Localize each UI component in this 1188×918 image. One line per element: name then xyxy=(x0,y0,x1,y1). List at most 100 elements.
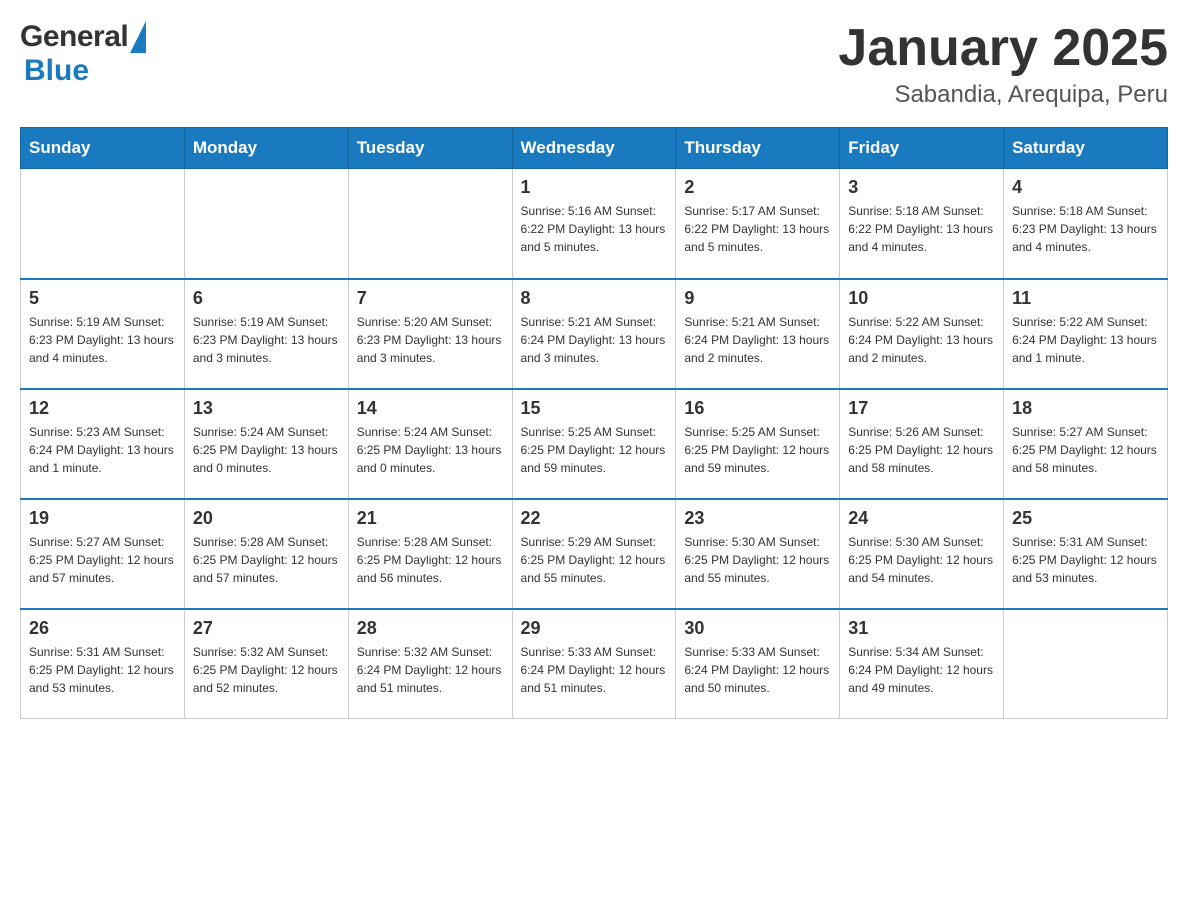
day-info: Sunrise: 5:25 AM Sunset: 6:25 PM Dayligh… xyxy=(684,423,831,477)
day-info: Sunrise: 5:27 AM Sunset: 6:25 PM Dayligh… xyxy=(29,533,176,587)
day-number: 3 xyxy=(848,177,995,198)
day-info: Sunrise: 5:31 AM Sunset: 6:25 PM Dayligh… xyxy=(1012,533,1159,587)
day-number: 31 xyxy=(848,618,995,639)
calendar-cell: 19 Sunrise: 5:27 AM Sunset: 6:25 PM Dayli… xyxy=(21,499,185,609)
day-number: 11 xyxy=(1012,288,1159,309)
day-info: Sunrise: 5:33 AM Sunset: 6:24 PM Dayligh… xyxy=(684,643,831,697)
logo-blue-text: Blue xyxy=(24,54,89,87)
day-info: Sunrise: 5:24 AM Sunset: 6:25 PM Dayligh… xyxy=(193,423,340,477)
day-number: 17 xyxy=(848,398,995,419)
calendar-cell: 26 Sunrise: 5:31 AM Sunset: 6:25 PM Dayli… xyxy=(21,609,185,719)
calendar-body: 1 Sunrise: 5:16 AM Sunset: 6:22 PM Daylig… xyxy=(21,169,1168,719)
day-number: 24 xyxy=(848,508,995,529)
calendar-cell: 12 Sunrise: 5:23 AM Sunset: 6:24 PM Dayli… xyxy=(21,389,185,499)
day-number: 18 xyxy=(1012,398,1159,419)
calendar-cell: 23Sunrise: 5:30 AM Sunset: 6:25 PM Dayli… xyxy=(676,499,840,609)
day-number: 6 xyxy=(193,288,340,309)
calendar-cell: 10 Sunrise: 5:22 AM Sunset: 6:24 PM Dayli… xyxy=(840,279,1004,389)
calendar-cell: 17 Sunrise: 5:26 AM Sunset: 6:25 PM Dayli… xyxy=(840,389,1004,499)
week-row-5: 26 Sunrise: 5:31 AM Sunset: 6:25 PM Dayli… xyxy=(21,609,1168,719)
day-info: Sunrise: 5:30 AM Sunset: 6:25 PM Dayligh… xyxy=(848,533,995,587)
calendar-cell xyxy=(1004,609,1168,719)
day-of-week-saturday: Saturday xyxy=(1004,128,1168,169)
day-info: Sunrise: 5:22 AM Sunset: 6:24 PM Dayligh… xyxy=(1012,313,1159,367)
day-number: 30 xyxy=(684,618,831,639)
day-info: Sunrise: 5:26 AM Sunset: 6:25 PM Dayligh… xyxy=(848,423,995,477)
logo: General Blue xyxy=(20,20,146,88)
day-info: Sunrise: 5:22 AM Sunset: 6:24 PM Dayligh… xyxy=(848,313,995,367)
day-info: Sunrise: 5:16 AM Sunset: 6:22 PM Dayligh… xyxy=(521,202,668,256)
day-info: Sunrise: 5:33 AM Sunset: 6:24 PM Dayligh… xyxy=(521,643,668,697)
calendar-cell: 13 Sunrise: 5:24 AM Sunset: 6:25 PM Dayli… xyxy=(184,389,348,499)
day-number: 28 xyxy=(357,618,504,639)
day-number: 19 xyxy=(29,508,176,529)
calendar-cell: 30 Sunrise: 5:33 AM Sunset: 6:24 PM Dayli… xyxy=(676,609,840,719)
calendar-cell: 2 Sunrise: 5:17 AM Sunset: 6:22 PM Daylig… xyxy=(676,169,840,279)
day-number: 1 xyxy=(521,177,668,198)
day-info: Sunrise: 5:23 AM Sunset: 6:24 PM Dayligh… xyxy=(29,423,176,477)
day-info: Sunrise: 5:19 AM Sunset: 6:23 PM Dayligh… xyxy=(29,313,176,367)
day-number: 9 xyxy=(684,288,831,309)
day-info: Sunrise: 5:34 AM Sunset: 6:24 PM Dayligh… xyxy=(848,643,995,697)
day-of-week-friday: Friday xyxy=(840,128,1004,169)
day-number: 10 xyxy=(848,288,995,309)
day-info: Sunrise: 5:17 AM Sunset: 6:22 PM Dayligh… xyxy=(684,202,831,256)
day-number: 23 xyxy=(684,508,831,529)
calendar-cell: 15 Sunrise: 5:25 AM Sunset: 6:25 PM Dayli… xyxy=(512,389,676,499)
day-info: Sunrise: 5:32 AM Sunset: 6:25 PM Dayligh… xyxy=(193,643,340,697)
day-info: Sunrise: 5:18 AM Sunset: 6:23 PM Dayligh… xyxy=(1012,202,1159,256)
day-number: 5 xyxy=(29,288,176,309)
calendar-cell: 4Sunrise: 5:18 AM Sunset: 6:23 PM Daylig… xyxy=(1004,169,1168,279)
calendar-cell: 6 Sunrise: 5:19 AM Sunset: 6:23 PM Daylig… xyxy=(184,279,348,389)
day-info: Sunrise: 5:24 AM Sunset: 6:25 PM Dayligh… xyxy=(357,423,504,477)
calendar-cell: 31 Sunrise: 5:34 AM Sunset: 6:24 PM Dayli… xyxy=(840,609,1004,719)
calendar-cell: 3 Sunrise: 5:18 AM Sunset: 6:22 PM Daylig… xyxy=(840,169,1004,279)
day-info: Sunrise: 5:28 AM Sunset: 6:25 PM Dayligh… xyxy=(357,533,504,587)
calendar-cell: 20Sunrise: 5:28 AM Sunset: 6:25 PM Dayli… xyxy=(184,499,348,609)
calendar-cell xyxy=(21,169,185,279)
day-number: 29 xyxy=(521,618,668,639)
calendar-header: SundayMondayTuesdayWednesdayThursdayFrid… xyxy=(21,128,1168,169)
week-row-4: 19 Sunrise: 5:27 AM Sunset: 6:25 PM Dayli… xyxy=(21,499,1168,609)
calendar-cell: 1 Sunrise: 5:16 AM Sunset: 6:22 PM Daylig… xyxy=(512,169,676,279)
page-header: General Blue January 2025 Sabandia, Areq… xyxy=(20,20,1168,109)
day-number: 15 xyxy=(521,398,668,419)
day-number: 22 xyxy=(521,508,668,529)
week-row-2: 5 Sunrise: 5:19 AM Sunset: 6:23 PM Daylig… xyxy=(21,279,1168,389)
calendar-cell xyxy=(348,169,512,279)
day-number: 12 xyxy=(29,398,176,419)
calendar-cell: 16Sunrise: 5:25 AM Sunset: 6:25 PM Dayli… xyxy=(676,389,840,499)
day-number: 25 xyxy=(1012,508,1159,529)
day-info: Sunrise: 5:20 AM Sunset: 6:23 PM Dayligh… xyxy=(357,313,504,367)
day-number: 26 xyxy=(29,618,176,639)
day-of-week-wednesday: Wednesday xyxy=(512,128,676,169)
days-of-week-row: SundayMondayTuesdayWednesdayThursdayFrid… xyxy=(21,128,1168,169)
calendar-cell: 27 Sunrise: 5:32 AM Sunset: 6:25 PM Dayli… xyxy=(184,609,348,719)
calendar-cell: 18 Sunrise: 5:27 AM Sunset: 6:25 PM Dayli… xyxy=(1004,389,1168,499)
day-number: 13 xyxy=(193,398,340,419)
day-info: Sunrise: 5:21 AM Sunset: 6:24 PM Dayligh… xyxy=(684,313,831,367)
day-info: Sunrise: 5:25 AM Sunset: 6:25 PM Dayligh… xyxy=(521,423,668,477)
day-number: 21 xyxy=(357,508,504,529)
day-of-week-sunday: Sunday xyxy=(21,128,185,169)
day-info: Sunrise: 5:19 AM Sunset: 6:23 PM Dayligh… xyxy=(193,313,340,367)
week-row-1: 1 Sunrise: 5:16 AM Sunset: 6:22 PM Daylig… xyxy=(21,169,1168,279)
day-info: Sunrise: 5:31 AM Sunset: 6:25 PM Dayligh… xyxy=(29,643,176,697)
calendar-cell: 8Sunrise: 5:21 AM Sunset: 6:24 PM Daylig… xyxy=(512,279,676,389)
day-info: Sunrise: 5:27 AM Sunset: 6:25 PM Dayligh… xyxy=(1012,423,1159,477)
day-info: Sunrise: 5:18 AM Sunset: 6:22 PM Dayligh… xyxy=(848,202,995,256)
day-number: 2 xyxy=(684,177,831,198)
calendar-title: January 2025 xyxy=(838,20,1168,77)
calendar-cell: 25 Sunrise: 5:31 AM Sunset: 6:25 PM Dayli… xyxy=(1004,499,1168,609)
calendar-cell xyxy=(184,169,348,279)
calendar-subtitle: Sabandia, Arequipa, Peru xyxy=(838,81,1168,109)
day-of-week-thursday: Thursday xyxy=(676,128,840,169)
calendar-cell: 11 Sunrise: 5:22 AM Sunset: 6:24 PM Dayli… xyxy=(1004,279,1168,389)
title-block: January 2025 Sabandia, Arequipa, Peru xyxy=(838,20,1168,109)
calendar-cell: 28Sunrise: 5:32 AM Sunset: 6:24 PM Dayli… xyxy=(348,609,512,719)
calendar-cell: 22Sunrise: 5:29 AM Sunset: 6:25 PM Dayli… xyxy=(512,499,676,609)
day-info: Sunrise: 5:21 AM Sunset: 6:24 PM Dayligh… xyxy=(521,313,668,367)
calendar-cell: 24 Sunrise: 5:30 AM Sunset: 6:25 PM Dayli… xyxy=(840,499,1004,609)
calendar-table: SundayMondayTuesdayWednesdayThursdayFrid… xyxy=(20,127,1168,719)
day-number: 27 xyxy=(193,618,340,639)
